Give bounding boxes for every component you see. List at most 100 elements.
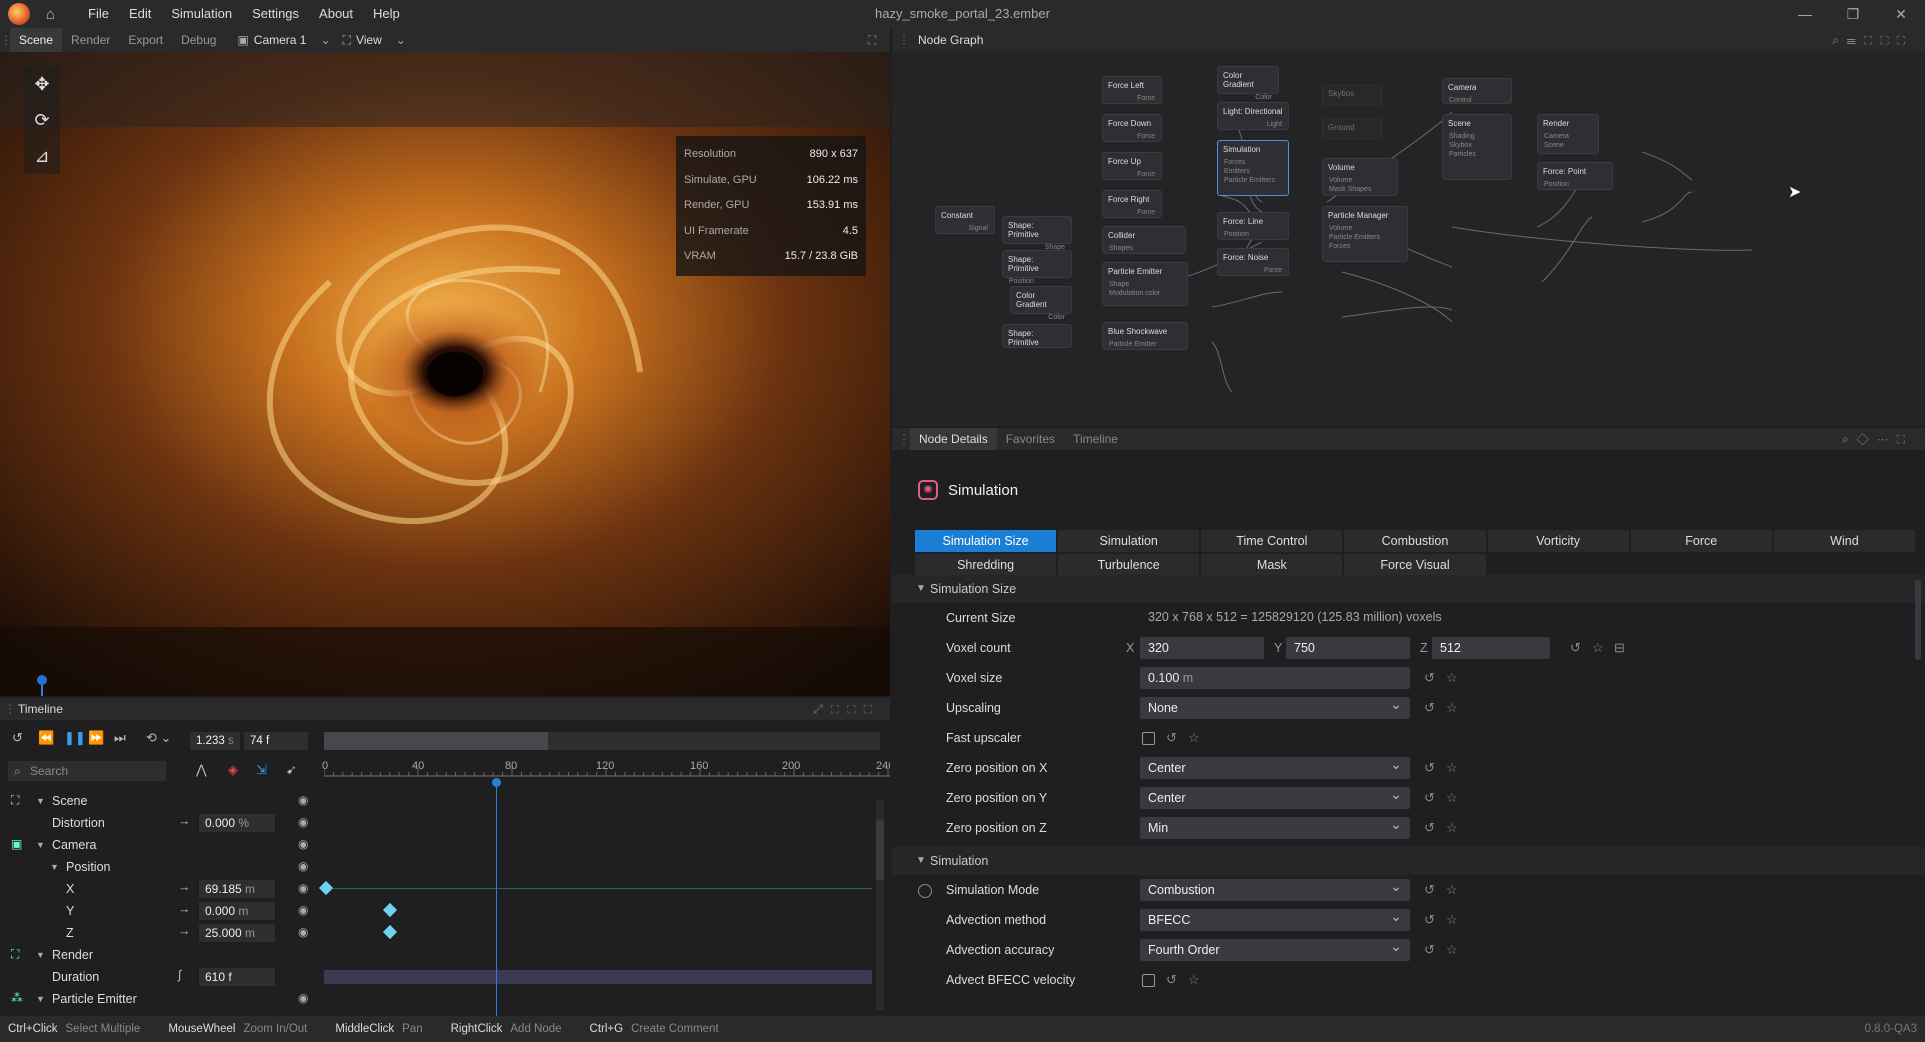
track-particle-emitter[interactable]: ⁂ ▼ Particle Emitter ◉ (0, 988, 318, 1010)
advection-method-select[interactable]: BFECC (1140, 905, 1410, 931)
zero-x-select[interactable]: Center (1140, 753, 1410, 779)
upscaling-select[interactable]: None (1140, 693, 1410, 719)
reset-icon[interactable]: ↺ (1166, 730, 1177, 746)
y-field[interactable]: 0.000 m (199, 902, 275, 920)
skip-end-icon[interactable]: ⏭ (114, 730, 126, 746)
graph-toolbar-icons[interactable]: ⌕☰⛶⛶⛶ (1832, 33, 1913, 48)
graph-node[interactable]: Force: Point Position (1537, 162, 1613, 190)
menu-about[interactable]: About (309, 0, 363, 28)
voxel-x-field[interactable]: 320 (1140, 637, 1264, 659)
viewport[interactable]: ✥ ⟳ ⊿ Resolution 890 x 637 Simulate, GPU 1… (0, 52, 890, 696)
zero-z-select[interactable]: Min (1140, 813, 1410, 839)
grip-icon[interactable]: ⋮ (4, 702, 16, 716)
node-graph-canvas[interactable]: Constant Signal Shape: Primitive Shape Sha… (892, 52, 1925, 426)
playhead-handle[interactable] (492, 778, 501, 787)
graph-node[interactable]: Particle Manager Volume Particle Emitters F… (1322, 206, 1408, 262)
star-icon[interactable]: ☆ (1446, 820, 1458, 836)
graph-node[interactable]: Force Down Force (1102, 114, 1162, 142)
tab-debug[interactable]: Debug (172, 28, 225, 52)
mode-radio[interactable] (918, 884, 932, 898)
grip-icon[interactable]: ⋮ (898, 432, 910, 446)
step-forward-icon[interactable]: ⏩ (88, 730, 104, 746)
menu-simulation[interactable]: Simulation (161, 0, 242, 28)
graph-node[interactable]: Volume Volume Mask Shapes (1322, 158, 1398, 196)
loop-reset-icon[interactable]: ↺ (12, 730, 23, 746)
ptab-mask[interactable]: Mask (1201, 554, 1343, 576)
graph-node[interactable]: Force Up Force (1102, 152, 1162, 180)
reset-icon[interactable]: ↺ (1424, 942, 1435, 958)
star-icon[interactable]: ☆ (1446, 942, 1458, 958)
grip-icon[interactable]: ⋮ (0, 33, 12, 47)
voxel-size-field[interactable]: 0.100 m (1140, 667, 1410, 689)
track-z[interactable]: Z → 25.000 m ◉ (0, 922, 318, 944)
ptab-force-visual[interactable]: Force Visual (1344, 554, 1486, 576)
reset-icon[interactable]: ↺ (1570, 640, 1581, 656)
frame-field[interactable]: 74 f (244, 732, 308, 750)
reset-icon[interactable]: ↺ (1424, 820, 1435, 836)
track-search-input[interactable]: ⌕ Search (8, 761, 166, 781)
menu-edit[interactable]: Edit (119, 0, 161, 28)
graph-node[interactable]: Force Left Force (1102, 76, 1162, 104)
star-icon[interactable]: ☆ (1446, 760, 1458, 776)
graph-node[interactable]: Scene Shading Skybox Particles (1442, 114, 1512, 180)
reset-icon[interactable]: ↺ (1424, 760, 1435, 776)
track-distortion[interactable]: Distortion → 0.000 % ◉ (0, 812, 318, 834)
snap-icon[interactable]: ⇲ (256, 762, 267, 778)
tab-render[interactable]: Render (62, 28, 119, 52)
tab-export[interactable]: Export (119, 28, 172, 52)
graph-node[interactable]: Particle Emitter Shape Modulation color (1102, 262, 1188, 306)
graph-node[interactable]: Force Right Force (1102, 190, 1162, 218)
advection-accuracy-select[interactable]: Fourth Order (1140, 935, 1410, 961)
keyframe-diamond[interactable] (382, 902, 398, 918)
distortion-field[interactable]: 0.000 % (199, 814, 275, 832)
eye-icon[interactable]: ◉ (298, 815, 308, 829)
track-position[interactable]: ▼ Position ◉ (0, 856, 318, 878)
ptab-combustion[interactable]: Combustion (1344, 530, 1486, 552)
maximize-icon[interactable]: ❐ (1829, 0, 1877, 28)
menu-help[interactable]: Help (363, 0, 410, 28)
reset-icon[interactable]: ↺ (1166, 972, 1177, 988)
track-camera[interactable]: ▣ ▼ Camera ◉ (0, 834, 318, 856)
details-toolbar-icons[interactable]: ⌕◇⋯⛶ (1842, 432, 1913, 447)
graph-node[interactable]: Color Gradient Color (1217, 66, 1279, 101)
ptab-shredding[interactable]: Shredding (915, 554, 1057, 576)
curve-tool-icon[interactable]: ⋀ (196, 762, 207, 778)
tab-node-details[interactable]: Node Details (910, 428, 997, 450)
section-simulation[interactable]: ▼ Simulation (892, 847, 1925, 875)
graph-node[interactable]: Collider Shapes (1102, 226, 1186, 254)
fullscreen-icon[interactable]: ⛶ (868, 33, 876, 48)
graph-node[interactable]: Shape: Primitive (1002, 324, 1072, 348)
reset-icon[interactable]: ↺ (1424, 670, 1435, 686)
ptab-time-control[interactable]: Time Control (1201, 530, 1343, 552)
menu-file[interactable]: File (78, 0, 119, 28)
pause-icon[interactable]: ❚❚ (64, 730, 86, 746)
x-field[interactable]: 69.185 m (199, 880, 275, 898)
graph-node[interactable]: Render Camera Scene (1537, 114, 1599, 154)
view-select[interactable]: ⛶ View ⌄ (343, 33, 406, 48)
star-icon[interactable]: ☆ (1188, 972, 1200, 988)
ptab-simulation[interactable]: Simulation (1058, 530, 1200, 552)
star-icon[interactable]: ☆ (1446, 882, 1458, 898)
home-icon[interactable]: ⌂ (46, 6, 62, 23)
ptab-simulation-size[interactable]: Simulation Size (915, 530, 1057, 552)
eye-icon[interactable]: ◉ (298, 881, 308, 895)
voxel-y-field[interactable]: 750 (1286, 637, 1410, 659)
details-scrollbar[interactable] (1915, 580, 1921, 660)
timeline-range-thumb[interactable] (324, 732, 548, 750)
reset-icon[interactable]: ↺ (1424, 912, 1435, 928)
track-scene[interactable]: ⛶ ▼ Scene ◉ (0, 790, 318, 812)
ptab-wind[interactable]: Wind (1773, 530, 1915, 552)
duration-field[interactable]: 610 f (199, 968, 275, 986)
zero-y-select[interactable]: Center (1140, 783, 1410, 809)
advect-bfecc-checkbox[interactable] (1142, 974, 1155, 987)
reset-icon[interactable]: ↺ (1424, 700, 1435, 716)
select-tool-icon[interactable]: ➹ (286, 762, 297, 778)
step-back-icon[interactable]: ⏪ (38, 730, 54, 746)
graph-node[interactable]: Constant Signal (935, 206, 995, 234)
time-field[interactable]: 1.233 s (190, 732, 240, 750)
star-icon[interactable]: ☆ (1446, 790, 1458, 806)
track-y[interactable]: Y → 0.000 m ◉ (0, 900, 318, 922)
grip-icon[interactable]: ⋮ (898, 33, 910, 47)
graph-node[interactable]: Blue Shockwave Particle Emitter (1102, 322, 1188, 350)
keyframe-add-icon[interactable]: ◈ (228, 762, 238, 778)
